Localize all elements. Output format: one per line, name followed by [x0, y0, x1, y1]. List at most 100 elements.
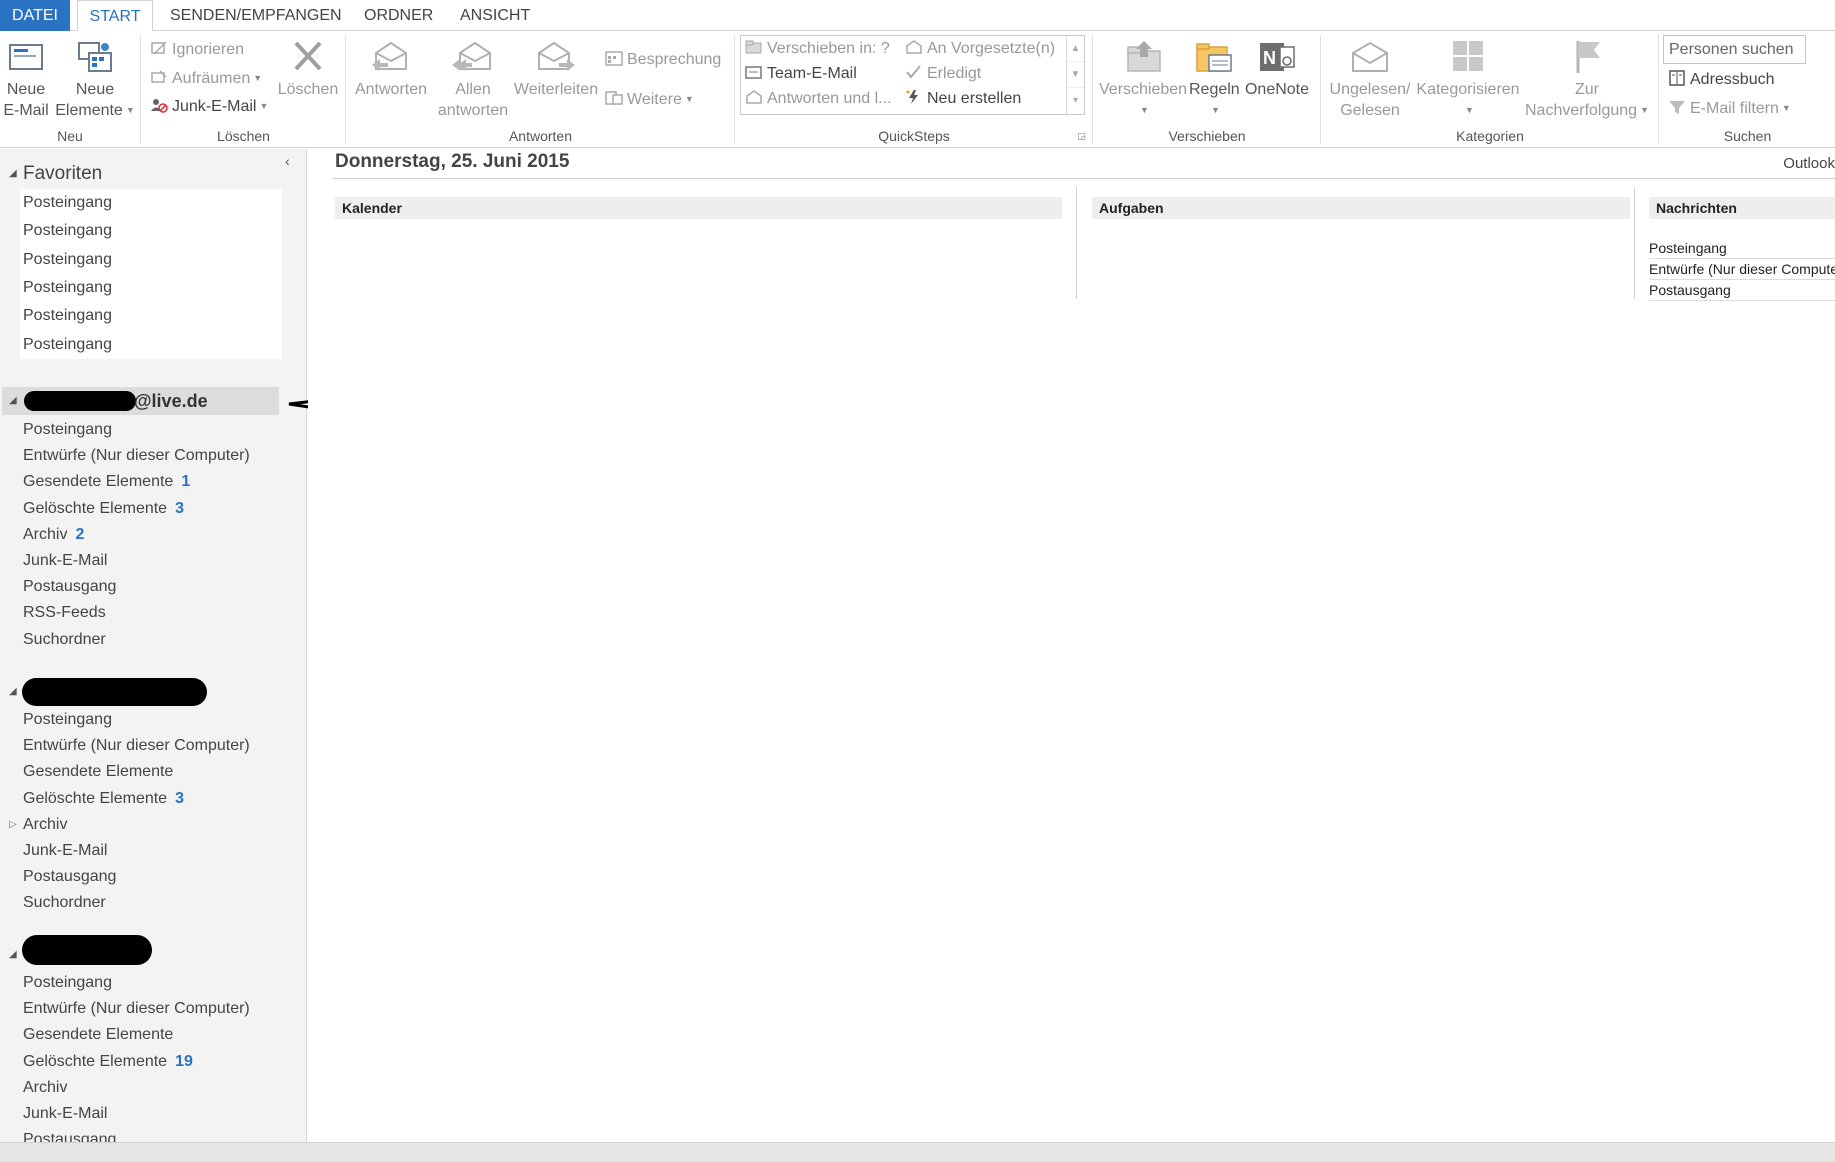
quickstep-create-new[interactable]: Neu erstellen: [905, 88, 1021, 110]
rules-button[interactable]: Regeln ▼: [1189, 39, 1240, 121]
folder-item[interactable]: Gesendete Elemente: [23, 759, 173, 785]
favorite-item[interactable]: Posteingang: [23, 302, 281, 331]
tab-file[interactable]: DATEI: [0, 0, 70, 31]
folder-item[interactable]: Suchordner: [23, 627, 106, 653]
folder-item[interactable]: Posteingang: [23, 970, 112, 996]
group-move-label: Verschieben: [1168, 128, 1246, 144]
folder-item[interactable]: RSS-Feeds: [23, 600, 106, 626]
quickstep-team-email[interactable]: Team-E-Mail: [745, 63, 857, 85]
new-items-button[interactable]: Neue Elemente ▼: [55, 39, 135, 121]
tasks-header[interactable]: Aufgaben: [1092, 197, 1630, 219]
tab-start[interactable]: START: [77, 0, 153, 32]
categorize-icon: [1453, 41, 1483, 71]
folder-item[interactable]: Posteingang: [23, 417, 112, 443]
followup-label-1: Zur: [1575, 81, 1599, 98]
unread-read-button[interactable]: Ungelesen/ Gelesen: [1328, 39, 1412, 121]
messages-header[interactable]: Nachrichten: [1649, 197, 1835, 219]
reply-delete-icon: [746, 90, 762, 104]
calendar-header[interactable]: Kalender: [335, 197, 1062, 219]
meeting-icon: [605, 51, 623, 66]
favorite-item[interactable]: Posteingang: [23, 245, 281, 274]
message-folder-outbox[interactable]: Postausgang: [1649, 280, 1835, 301]
tab-send-receive[interactable]: SENDEN/EMPFANGEN: [158, 0, 354, 31]
new-email-icon: [9, 44, 43, 70]
folder-item[interactable]: Posteingang: [23, 707, 112, 733]
message-folder-drafts[interactable]: Entwürfe (Nur dieser Computer): [1649, 259, 1835, 280]
tab-view[interactable]: ANSICHT: [448, 0, 542, 31]
folder-item[interactable]: Archiv: [23, 1075, 67, 1101]
expand-triangle-icon[interactable]: ◢: [9, 387, 17, 415]
folder-item[interactable]: Gesendete Elemente: [23, 1022, 173, 1048]
gallery-expand-icon[interactable]: ▾: [1067, 88, 1084, 114]
delete-button[interactable]: Löschen: [276, 39, 340, 100]
expand-triangle-icon[interactable]: ▷: [9, 812, 17, 838]
folder-item[interactable]: Postausgang: [23, 864, 116, 890]
folder-item[interactable]: Entwürfe (Nur dieser Computer): [23, 443, 250, 469]
gallery-scrollbar[interactable]: ▲ ▼ ▾: [1066, 36, 1084, 114]
collapse-pane-icon[interactable]: ‹: [285, 153, 290, 169]
categorize-button[interactable]: Kategorisieren ▼: [1412, 39, 1524, 121]
expand-triangle-icon[interactable]: ◢: [9, 160, 17, 187]
account-header-2[interactable]: ◢: [2, 678, 279, 706]
folder-name: Gesendete Elemente: [23, 763, 174, 781]
folder-item[interactable]: ▷ Archiv: [9, 812, 67, 838]
followup-button[interactable]: Zur Nachverfolgung ▼: [1522, 39, 1652, 121]
ignore-button[interactable]: Ignorieren: [150, 39, 244, 61]
filter-email-button[interactable]: E-Mail filtern ▼: [1668, 97, 1791, 119]
folder-item[interactable]: Postausgang: [23, 574, 116, 600]
scroll-up-icon[interactable]: ▲: [1067, 36, 1084, 62]
move-button[interactable]: Verschieben ▼: [1099, 39, 1187, 121]
message-folder-inbox[interactable]: Posteingang: [1649, 238, 1835, 259]
folder-name: Archiv: [23, 1078, 68, 1096]
favorite-item[interactable]: Posteingang: [23, 273, 281, 302]
onenote-button[interactable]: N OneNote: [1242, 39, 1312, 100]
folder-item[interactable]: Entwürfe (Nur dieser Computer): [23, 996, 250, 1022]
expand-triangle-icon[interactable]: ◢: [9, 941, 17, 969]
address-book-button[interactable]: Adressbuch: [1668, 69, 1775, 91]
forward-icon: [538, 41, 575, 71]
tab-folder[interactable]: ORDNER: [352, 0, 445, 31]
folder-item[interactable]: Archiv 2: [23, 522, 84, 548]
quickstep-reply-delete[interactable]: Antworten und l...: [745, 88, 892, 110]
scroll-down-icon[interactable]: ▼: [1067, 62, 1084, 88]
favorite-item[interactable]: Posteingang: [23, 217, 281, 246]
folder-item[interactable]: Junk-E-Mail: [23, 838, 107, 864]
outlook-today-label[interactable]: Outlook: [1783, 155, 1835, 172]
quickstep-done[interactable]: Erledigt: [905, 63, 981, 85]
new-email-button[interactable]: Neue E-Mail: [0, 39, 52, 121]
folder-name: Posteingang: [23, 421, 112, 438]
search-people-input[interactable]: Personen suchen: [1663, 35, 1806, 64]
folder-item[interactable]: Suchordner: [23, 890, 106, 916]
folder-item[interactable]: Gelöschte Elemente 19: [23, 1049, 193, 1075]
expand-triangle-icon[interactable]: ◢: [9, 678, 17, 706]
favorites-header[interactable]: ◢ Favoriten: [0, 160, 280, 187]
more-respond-label: Weitere: [627, 91, 682, 108]
dialog-launcher-icon[interactable]: ◲: [1077, 131, 1086, 142]
chevron-down-icon: ▼: [125, 105, 135, 115]
folder-item[interactable]: Junk-E-Mail: [23, 1101, 107, 1127]
reply-button[interactable]: Antworten: [351, 39, 431, 100]
folder-item[interactable]: Gesendete Elemente 1: [23, 469, 190, 495]
folder-item[interactable]: Gelöschte Elemente 3: [23, 496, 184, 522]
meeting-button[interactable]: Besprechung: [605, 49, 721, 71]
group-move: Verschieben ▼ Regeln ▼ N OneNote Verschieb…: [1094, 35, 1321, 144]
forward-button[interactable]: Weiterleiten: [509, 39, 603, 100]
reply-all-button[interactable]: Allen antworten: [433, 39, 513, 121]
main-content: Donnerstag, 25. Juni 2015 Outlook Kalend…: [308, 149, 1835, 1142]
cleanup-label: Aufräumen: [172, 70, 251, 87]
account-header-3[interactable]: ◢: [2, 935, 279, 969]
folder-item[interactable]: Postausgang: [23, 1127, 116, 1142]
junk-button[interactable]: Junk-E-Mail ▼: [150, 95, 268, 117]
favorite-item[interactable]: Posteingang: [23, 189, 281, 217]
folder-name: Junk-E-Mail: [23, 552, 108, 569]
quickstep-to-manager[interactable]: An Vorgesetzte(n): [905, 38, 1055, 60]
cleanup-button[interactable]: Aufräumen ▼: [150, 67, 262, 89]
folder-item[interactable]: Gelöschte Elemente 3: [23, 786, 184, 812]
more-respond-button[interactable]: Weitere ▼: [605, 88, 694, 110]
favorite-item[interactable]: Posteingang: [23, 330, 281, 359]
folder-item[interactable]: Junk-E-Mail: [23, 548, 107, 574]
account-header-1[interactable]: ◢ @live.de: [2, 387, 279, 415]
group-tags: Ungelesen/ Gelesen Kategorisieren ▼ Zur N…: [1322, 35, 1659, 144]
quickstep-move-to[interactable]: Verschieben in: ?: [745, 38, 890, 60]
folder-item[interactable]: Entwürfe (Nur dieser Computer): [23, 733, 250, 759]
